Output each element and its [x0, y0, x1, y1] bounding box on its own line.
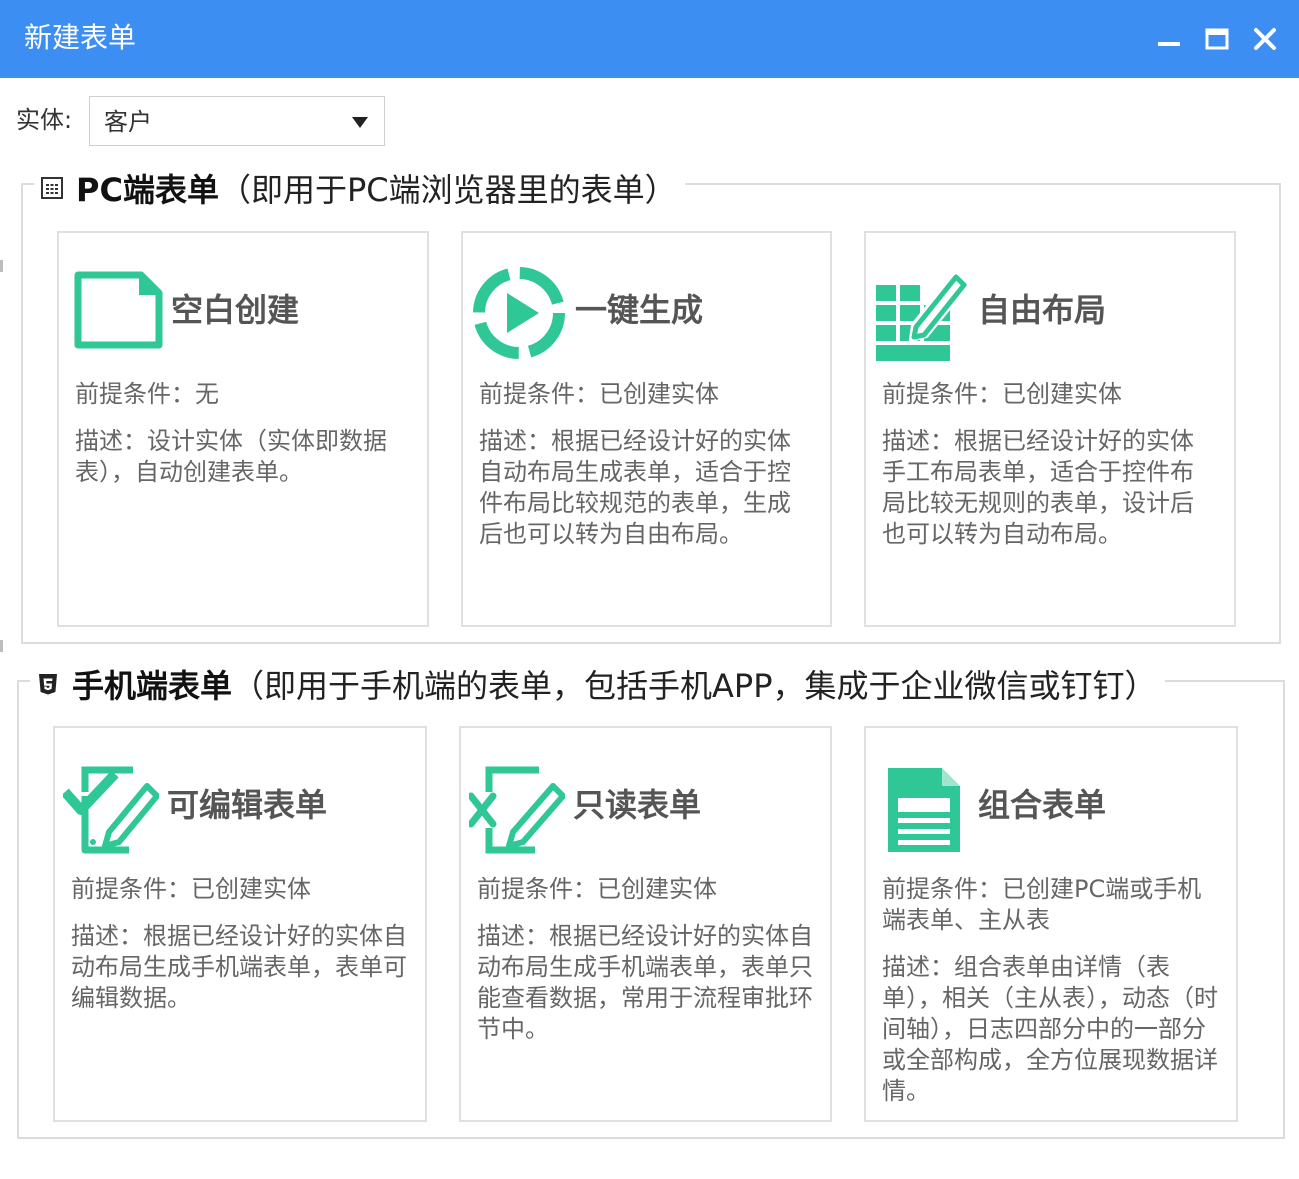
minimize-button[interactable]	[1152, 22, 1186, 56]
card-free-layout[interactable]: 自由布局 前提条件：已创建实体 描述：根据已经设计好的实体手工布局表单，适合于控…	[864, 231, 1236, 627]
card-title: 组合表单	[978, 786, 1107, 824]
mobile-group-title: 手机端表单	[72, 667, 233, 705]
entity-label: 实体:	[16, 106, 73, 134]
card-prerequisite: 前提条件：已创建实体	[479, 380, 719, 408]
x-edit-icon	[469, 762, 565, 858]
card-title: 自由布局	[978, 291, 1107, 329]
title-bar: 新建表单	[0, 0, 1299, 78]
chevron-down-icon	[352, 117, 368, 128]
card-title: 只读表单	[573, 786, 702, 824]
maximize-icon	[1205, 28, 1229, 50]
card-prerequisite: 前提条件：已创建实体	[882, 380, 1122, 408]
card-editable-form[interactable]: 可编辑表单 前提条件：已创建实体 描述：根据已经设计好的实体自动布局生成手机端表…	[53, 726, 427, 1122]
pc-group-title: PC端表单	[76, 171, 219, 209]
entity-select-value: 客户	[104, 108, 152, 136]
grid-edit-icon	[874, 265, 970, 361]
card-description: 描述：根据已经设计好的实体自动布局生成手机端表单，表单可编辑数据。	[71, 922, 407, 1012]
card-combined-form[interactable]: 组合表单 前提条件：已创建PC端或手机端表单、主从表 描述：组合表单由详情（表单…	[864, 726, 1238, 1122]
card-prerequisite: 前提条件：无	[75, 380, 219, 408]
form-grid-icon	[40, 176, 64, 200]
card-title: 可编辑表单	[167, 786, 328, 824]
card-readonly-form[interactable]: 只读表单 前提条件：已创建实体 描述：根据已经设计好的实体自动布局生成手机端表单…	[459, 726, 832, 1122]
card-description: 描述：根据已经设计好的实体自动布局生成表单，适合于控件布局比较规范的表单，生成后…	[479, 427, 791, 548]
blank-page-icon	[71, 263, 167, 359]
card-blank-create[interactable]: 空白创建 前提条件：无 描述：设计实体（实体即数据表），自动创建表单。	[57, 231, 429, 627]
window-edge	[0, 260, 3, 272]
minimize-icon	[1158, 42, 1180, 46]
card-description: 描述：根据已经设计好的实体手工布局表单，适合于控件布局比较无规则的表单，设计后也…	[882, 427, 1194, 548]
card-title: 空白创建	[171, 291, 300, 329]
close-icon	[1254, 28, 1276, 50]
html5-icon	[36, 672, 60, 696]
pc-group-subtitle: （即用于PC端浏览器里的表单）	[218, 171, 677, 209]
mobile-form-group-legend: 手机端表单 （即用于手机端的表单，包括手机APP，集成于企业微信或钉钉）	[30, 662, 1165, 706]
card-description: 描述：设计实体（实体即数据表），自动创建表单。	[75, 427, 387, 486]
window-title: 新建表单	[24, 21, 137, 54]
pc-form-group-legend: PC端表单 （即用于PC端浏览器里的表单）	[34, 166, 685, 210]
document-icon	[880, 762, 976, 858]
card-prerequisite: 前提条件：已创建PC端或手机端表单、主从表	[882, 875, 1202, 934]
card-description: 描述：组合表单由详情（表单），相关（主从表），动态（时间轴），日志四部分中的一部…	[882, 953, 1218, 1105]
card-one-click-generate[interactable]: 一键生成 前提条件：已创建实体 描述：根据已经设计好的实体自动布局生成表单，适合…	[461, 231, 832, 627]
close-button[interactable]	[1248, 22, 1282, 56]
card-title: 一键生成	[575, 291, 704, 329]
entity-select[interactable]: 客户	[89, 96, 385, 146]
maximize-button[interactable]	[1200, 22, 1234, 56]
check-edit-icon	[63, 762, 159, 858]
card-description: 描述：根据已经设计好的实体自动布局生成手机端表单，表单只能查看数据，常用于流程审…	[477, 922, 813, 1043]
mobile-group-subtitle: （即用于手机端的表单，包括手机APP，集成于企业微信或钉钉）	[232, 667, 1157, 705]
play-circle-icon	[471, 265, 567, 361]
window-edge	[0, 640, 3, 652]
card-prerequisite: 前提条件：已创建实体	[477, 875, 717, 903]
card-prerequisite: 前提条件：已创建实体	[71, 875, 311, 903]
